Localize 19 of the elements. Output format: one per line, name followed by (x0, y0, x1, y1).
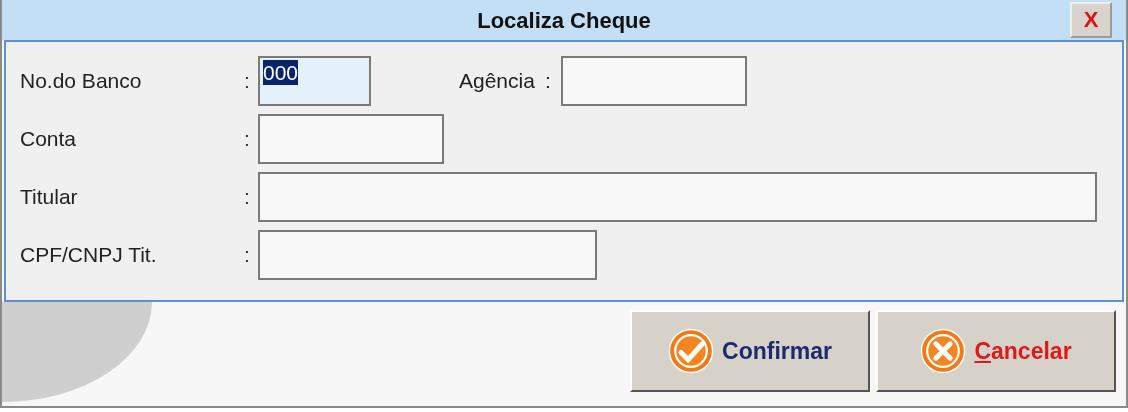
input-field[interactable] (560, 56, 747, 106)
window-title: Localiza Cheque (477, 6, 651, 35)
cancel-icon (920, 328, 967, 374)
input-field[interactable] (258, 114, 444, 164)
colon: : (244, 184, 251, 211)
colon: : (544, 68, 551, 95)
field-label: Conta (20, 126, 78, 153)
check-icon (668, 328, 715, 374)
field-label: Titular (20, 184, 79, 211)
confirm-button[interactable]: Confirmar (630, 310, 870, 392)
input-field[interactable] (258, 172, 1097, 222)
field-label: Agência (459, 68, 535, 95)
input-field[interactable]: 000 (258, 56, 371, 106)
colon: : (244, 242, 251, 269)
colon: : (244, 126, 251, 153)
field-label: No.do Banco (20, 68, 143, 95)
colon: : (244, 68, 251, 95)
input-field[interactable] (258, 230, 597, 280)
field-label: CPF/CNPJ Tit. (20, 242, 158, 269)
